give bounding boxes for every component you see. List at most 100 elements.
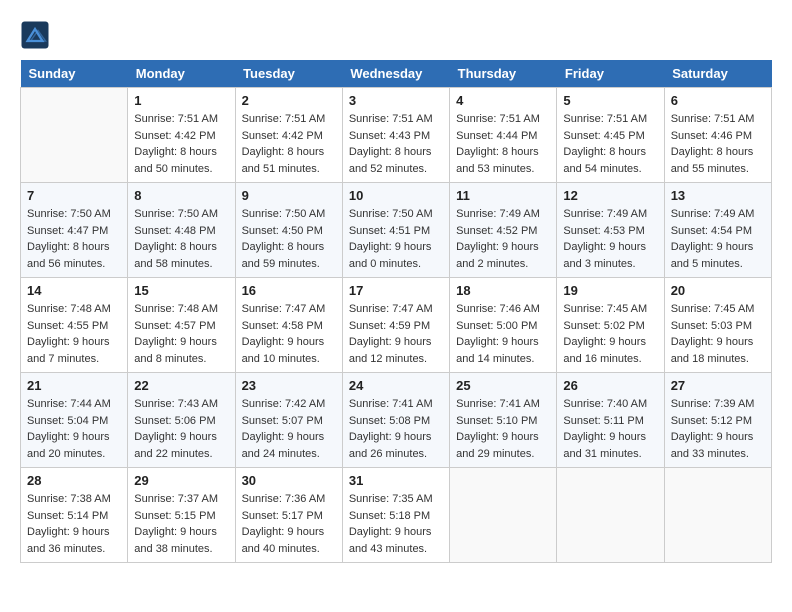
day-cell: 11 Sunrise: 7:49 AMSunset: 4:52 PMDayligh… <box>450 183 557 278</box>
day-cell: 29 Sunrise: 7:37 AMSunset: 5:15 PMDayligh… <box>128 468 235 563</box>
day-number: 26 <box>563 378 657 393</box>
day-info: Sunrise: 7:38 AMSunset: 5:14 PMDaylight:… <box>27 491 121 557</box>
day-number: 13 <box>671 188 765 203</box>
day-number: 8 <box>134 188 228 203</box>
day-cell: 6 Sunrise: 7:51 AMSunset: 4:46 PMDaylight… <box>664 88 771 183</box>
header-tuesday: Tuesday <box>235 60 342 88</box>
day-cell: 14 Sunrise: 7:48 AMSunset: 4:55 PMDayligh… <box>21 278 128 373</box>
day-number: 24 <box>349 378 443 393</box>
day-info: Sunrise: 7:51 AMSunset: 4:43 PMDaylight:… <box>349 111 443 177</box>
day-info: Sunrise: 7:51 AMSunset: 4:45 PMDaylight:… <box>563 111 657 177</box>
day-cell: 27 Sunrise: 7:39 AMSunset: 5:12 PMDayligh… <box>664 373 771 468</box>
day-cell <box>450 468 557 563</box>
day-cell <box>21 88 128 183</box>
day-number: 28 <box>27 473 121 488</box>
day-info: Sunrise: 7:49 AMSunset: 4:54 PMDaylight:… <box>671 206 765 272</box>
day-number: 27 <box>671 378 765 393</box>
day-info: Sunrise: 7:47 AMSunset: 4:59 PMDaylight:… <box>349 301 443 367</box>
day-cell: 26Sunrise: 7:40 AMSunset: 5:11 PMDayligh… <box>557 373 664 468</box>
day-number: 18 <box>456 283 550 298</box>
day-cell: 23Sunrise: 7:42 AMSunset: 5:07 PMDayligh… <box>235 373 342 468</box>
week-row-5: 28 Sunrise: 7:38 AMSunset: 5:14 PMDayligh… <box>21 468 772 563</box>
day-number: 12 <box>563 188 657 203</box>
day-cell: 20 Sunrise: 7:45 AMSunset: 5:03 PMDayligh… <box>664 278 771 373</box>
day-info: Sunrise: 7:45 AMSunset: 5:03 PMDaylight:… <box>671 301 765 367</box>
day-info: Sunrise: 7:45 AMSunset: 5:02 PMDaylight:… <box>563 301 657 367</box>
day-cell: 3 Sunrise: 7:51 AMSunset: 4:43 PMDaylight… <box>342 88 449 183</box>
day-info: Sunrise: 7:39 AMSunset: 5:12 PMDaylight:… <box>671 396 765 462</box>
header-thursday: Thursday <box>450 60 557 88</box>
week-row-1: 1Sunrise: 7:51 AMSunset: 4:42 PMDaylight… <box>21 88 772 183</box>
day-number: 29 <box>134 473 228 488</box>
day-cell: 15 Sunrise: 7:48 AMSunset: 4:57 PMDayligh… <box>128 278 235 373</box>
week-row-2: 7Sunrise: 7:50 AMSunset: 4:47 PMDaylight… <box>21 183 772 278</box>
day-cell: 18 Sunrise: 7:46 AMSunset: 5:00 PMDayligh… <box>450 278 557 373</box>
day-cell: 5 Sunrise: 7:51 AMSunset: 4:45 PMDaylight… <box>557 88 664 183</box>
day-cell: 4Sunrise: 7:51 AMSunset: 4:44 PMDaylight… <box>450 88 557 183</box>
header-saturday: Saturday <box>664 60 771 88</box>
day-cell: 7Sunrise: 7:50 AMSunset: 4:47 PMDaylight… <box>21 183 128 278</box>
day-number: 30 <box>242 473 336 488</box>
day-number: 17 <box>349 283 443 298</box>
day-info: Sunrise: 7:51 AMSunset: 4:42 PMDaylight:… <box>242 111 336 177</box>
day-info: Sunrise: 7:51 AMSunset: 4:46 PMDaylight:… <box>671 111 765 177</box>
week-row-4: 21 Sunrise: 7:44 AMSunset: 5:04 PMDayligh… <box>21 373 772 468</box>
day-cell: 13 Sunrise: 7:49 AMSunset: 4:54 PMDayligh… <box>664 183 771 278</box>
day-cell: 2 Sunrise: 7:51 AMSunset: 4:42 PMDaylight… <box>235 88 342 183</box>
day-info: Sunrise: 7:49 AMSunset: 4:53 PMDaylight:… <box>563 206 657 272</box>
day-info: Sunrise: 7:49 AMSunset: 4:52 PMDaylight:… <box>456 206 550 272</box>
day-info: Sunrise: 7:37 AMSunset: 5:15 PMDaylight:… <box>134 491 228 557</box>
day-info: Sunrise: 7:36 AMSunset: 5:17 PMDaylight:… <box>242 491 336 557</box>
day-info: Sunrise: 7:47 AMSunset: 4:58 PMDaylight:… <box>242 301 336 367</box>
day-number: 5 <box>563 93 657 108</box>
day-cell: 10 Sunrise: 7:50 AMSunset: 4:51 PMDayligh… <box>342 183 449 278</box>
day-number: 23 <box>242 378 336 393</box>
day-cell: 22Sunrise: 7:43 AMSunset: 5:06 PMDayligh… <box>128 373 235 468</box>
day-number: 6 <box>671 93 765 108</box>
day-number: 2 <box>242 93 336 108</box>
day-cell: 1Sunrise: 7:51 AMSunset: 4:42 PMDaylight… <box>128 88 235 183</box>
day-info: Sunrise: 7:43 AMSunset: 5:06 PMDaylight:… <box>134 396 228 462</box>
day-cell: 19 Sunrise: 7:45 AMSunset: 5:02 PMDayligh… <box>557 278 664 373</box>
header-monday: Monday <box>128 60 235 88</box>
day-cell: 30 Sunrise: 7:36 AMSunset: 5:17 PMDayligh… <box>235 468 342 563</box>
day-number: 21 <box>27 378 121 393</box>
day-info: Sunrise: 7:48 AMSunset: 4:57 PMDaylight:… <box>134 301 228 367</box>
day-cell: 21 Sunrise: 7:44 AMSunset: 5:04 PMDayligh… <box>21 373 128 468</box>
day-cell <box>664 468 771 563</box>
day-cell: 12 Sunrise: 7:49 AMSunset: 4:53 PMDayligh… <box>557 183 664 278</box>
day-cell: 25Sunrise: 7:41 AMSunset: 5:10 PMDayligh… <box>450 373 557 468</box>
day-info: Sunrise: 7:51 AMSunset: 4:44 PMDaylight:… <box>456 111 550 177</box>
day-cell: 24 Sunrise: 7:41 AMSunset: 5:08 PMDayligh… <box>342 373 449 468</box>
day-number: 11 <box>456 188 550 203</box>
day-cell: 17 Sunrise: 7:47 AMSunset: 4:59 PMDayligh… <box>342 278 449 373</box>
day-info: Sunrise: 7:35 AMSunset: 5:18 PMDaylight:… <box>349 491 443 557</box>
day-info: Sunrise: 7:50 AMSunset: 4:50 PMDaylight:… <box>242 206 336 272</box>
day-info: Sunrise: 7:46 AMSunset: 5:00 PMDaylight:… <box>456 301 550 367</box>
header-row: SundayMondayTuesdayWednesdayThursdayFrid… <box>21 60 772 88</box>
day-info: Sunrise: 7:41 AMSunset: 5:08 PMDaylight:… <box>349 396 443 462</box>
day-number: 20 <box>671 283 765 298</box>
header-wednesday: Wednesday <box>342 60 449 88</box>
day-number: 7 <box>27 188 121 203</box>
day-cell: 31 Sunrise: 7:35 AMSunset: 5:18 PMDayligh… <box>342 468 449 563</box>
day-info: Sunrise: 7:50 AMSunset: 4:51 PMDaylight:… <box>349 206 443 272</box>
day-info: Sunrise: 7:50 AMSunset: 4:48 PMDaylight:… <box>134 206 228 272</box>
day-cell: 16 Sunrise: 7:47 AMSunset: 4:58 PMDayligh… <box>235 278 342 373</box>
day-number: 15 <box>134 283 228 298</box>
day-number: 14 <box>27 283 121 298</box>
day-number: 16 <box>242 283 336 298</box>
day-info: Sunrise: 7:44 AMSunset: 5:04 PMDaylight:… <box>27 396 121 462</box>
day-info: Sunrise: 7:48 AMSunset: 4:55 PMDaylight:… <box>27 301 121 367</box>
page-header <box>20 20 772 50</box>
day-cell <box>557 468 664 563</box>
day-number: 10 <box>349 188 443 203</box>
day-number: 3 <box>349 93 443 108</box>
day-number: 25 <box>456 378 550 393</box>
day-number: 19 <box>563 283 657 298</box>
calendar-table: SundayMondayTuesdayWednesdayThursdayFrid… <box>20 60 772 563</box>
day-number: 9 <box>242 188 336 203</box>
day-number: 31 <box>349 473 443 488</box>
header-sunday: Sunday <box>21 60 128 88</box>
day-cell: 9 Sunrise: 7:50 AMSunset: 4:50 PMDaylight… <box>235 183 342 278</box>
